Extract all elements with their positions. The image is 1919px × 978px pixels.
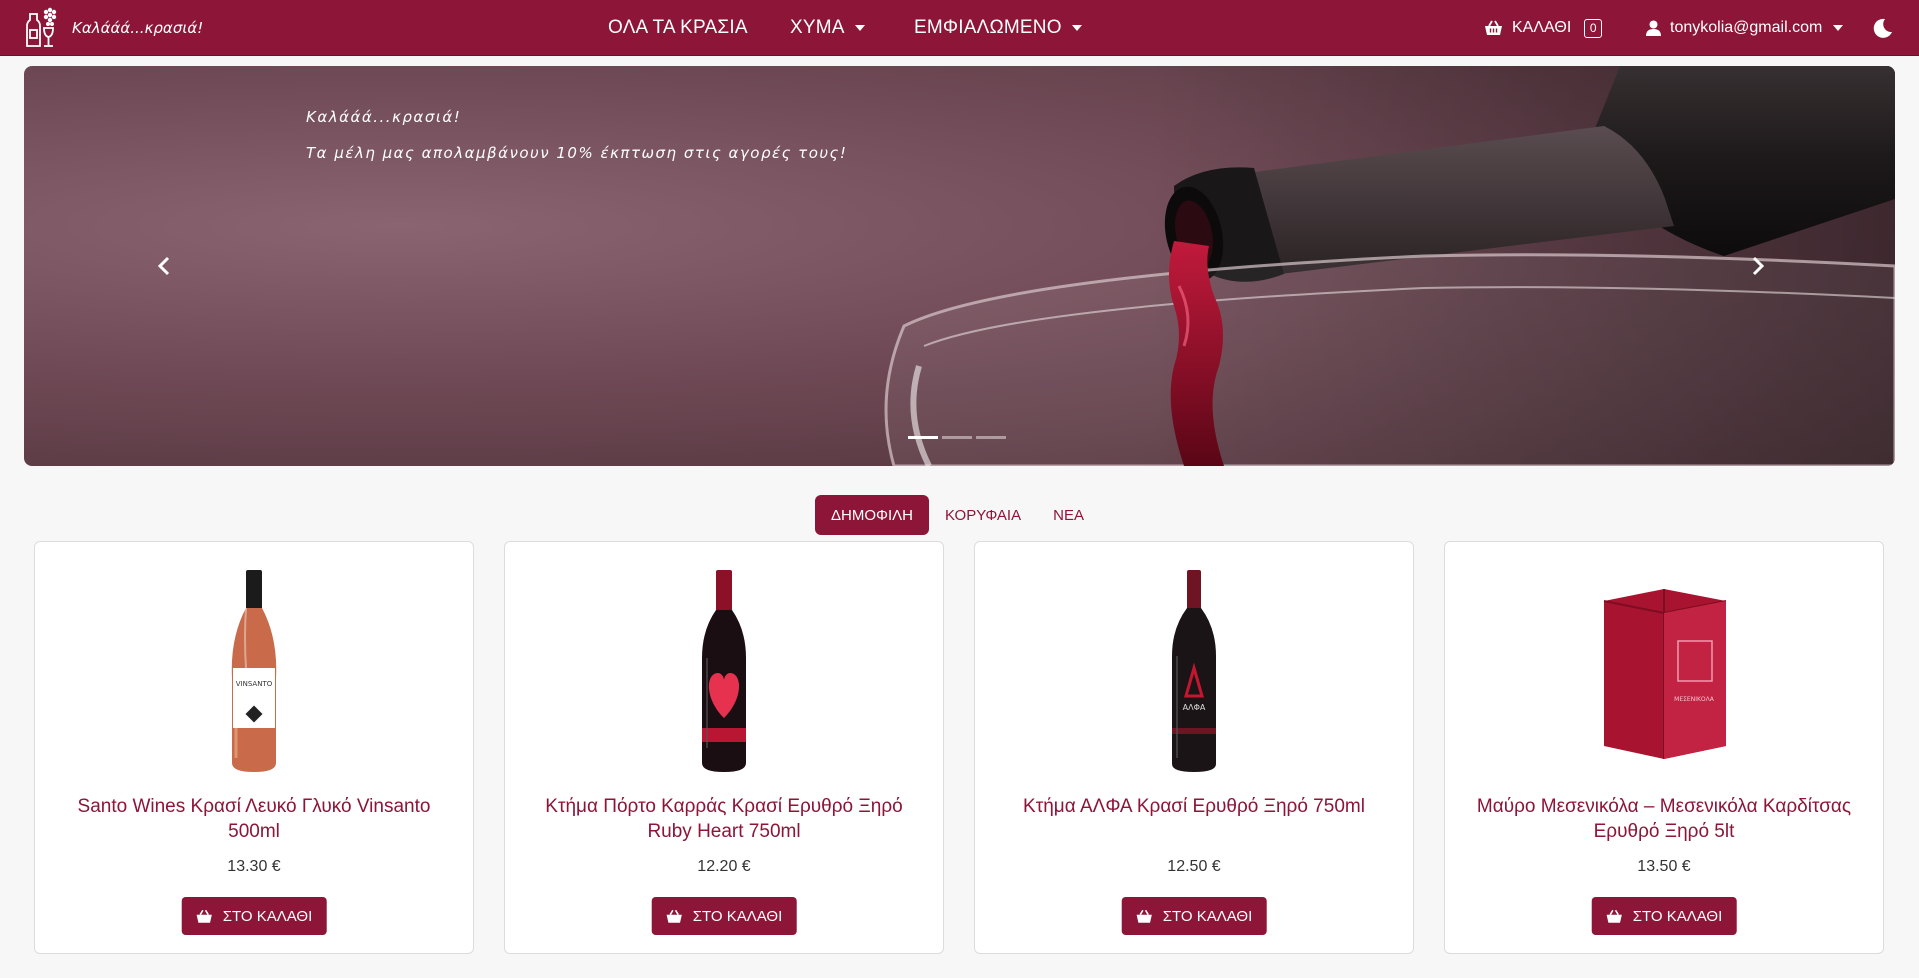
add-to-cart-label: ΣΤΟ ΚΑΛΑΘΙ xyxy=(692,907,783,925)
product-title[interactable]: Κτήμα Πόρτο Καρράς Κρασί Ερυθρό Ξηρό Rub… xyxy=(525,794,923,844)
product-price: 13.30 € xyxy=(227,858,281,875)
nav-all-wines[interactable]: ΟΛΑ ΤΑ ΚΡΑΣΙΑ xyxy=(608,17,748,39)
nav-all-wines-label: ΟΛΑ ΤΑ ΚΡΑΣΙΑ xyxy=(608,17,748,38)
nav-bulk-label: ΧΥΜΑ xyxy=(790,17,845,38)
svg-text:VINSANTO: VINSANTO xyxy=(236,680,273,688)
add-to-cart-button[interactable]: ΣΤΟ ΚΑΛΑΘΙ xyxy=(1121,897,1267,935)
carousel-indicator-1[interactable] xyxy=(908,436,938,439)
chevron-left-icon xyxy=(157,256,170,276)
product-title[interactable]: Santo Wines Κρασί Λευκό Γλυκό Vinsanto 5… xyxy=(55,794,453,844)
top-navbar: Καλάάά...κρασιά! ΟΛΑ ΤΑ ΚΡΑΣΙΑ ΧΥΜΑ ΕΜΦΙ… xyxy=(0,0,1919,56)
cart-label: ΚΑΛΑΘΙ xyxy=(1512,19,1572,36)
svg-text:ΑΛΦΑ: ΑΛΦΑ xyxy=(1183,703,1206,712)
carousel-indicators xyxy=(908,436,1006,439)
basket-icon xyxy=(666,909,682,923)
wine-pour-image xyxy=(24,66,1895,466)
product-image[interactable]: VINSANTO xyxy=(35,566,473,776)
brand-name: Καλάάά...κρασιά! xyxy=(72,19,204,37)
nav-bulk-dropdown[interactable]: ΧΥΜΑ xyxy=(790,17,865,39)
add-to-cart-button[interactable]: ΣΤΟ ΚΑΛΑΘΙ xyxy=(181,897,327,935)
basket-icon xyxy=(1606,909,1622,923)
user-menu-dropdown[interactable]: tonykolia@gmail.com xyxy=(1646,17,1844,39)
amber-wine-bottle-image: VINSANTO xyxy=(231,570,277,772)
brand-link[interactable]: Καλάάά...κρασιά! xyxy=(22,5,203,51)
product-title[interactable]: Κτήμα ΑΛΦΑ Κρασί Ερυθρό Ξηρό 750ml xyxy=(995,794,1393,819)
carousel-indicator-2[interactable] xyxy=(942,436,972,439)
basket-icon xyxy=(1485,20,1502,35)
product-price: 12.20 € xyxy=(697,858,751,875)
add-to-cart-button[interactable]: ΣΤΟ ΚΑΛΑΘΙ xyxy=(651,897,797,935)
svg-text:ΜΕΣΕΝΙΚΟΛΑ: ΜΕΣΕΝΙΚΟΛΑ xyxy=(1674,696,1715,703)
product-tabs: ΔΗΜΟΦΙΛΗ ΚΟΡΥΦΑΙΑ ΝΕΑ xyxy=(815,495,1100,535)
user-icon xyxy=(1646,20,1661,36)
add-to-cart-button[interactable]: ΣΤΟ ΚΑΛΑΘΙ xyxy=(1591,897,1737,935)
chevron-right-icon xyxy=(1752,256,1765,276)
cart-link[interactable]: ΚΑΛΑΘΙ 0 xyxy=(1484,17,1603,39)
product-card: VINSANTO Santo Wines Κρασί Λευκό Γλυκό V… xyxy=(34,541,474,954)
nav-bottled-label: ΕΜΦΙΑΛΩΜΕΝΟ xyxy=(914,17,1062,38)
carousel-next-button[interactable] xyxy=(1742,251,1772,281)
caret-down-icon xyxy=(1071,25,1082,31)
basket-icon xyxy=(1136,909,1152,923)
product-title[interactable]: Μαύρο Μεσενικόλα – Μεσενικόλα Καρδίτσας … xyxy=(1465,794,1863,844)
cart-count-badge: 0 xyxy=(1584,18,1603,38)
product-image[interactable]: ΜΕΣΕΝΙΚΟΛΑ xyxy=(1445,566,1883,776)
red-heart-wine-bottle-image xyxy=(702,570,746,772)
product-card: ΜΕΣΕΝΙΚΟΛΑ Μαύρο Μεσενικόλα – Μεσενικόλα… xyxy=(1444,541,1884,954)
caption-title: Καλάάά...κρασιά! xyxy=(306,108,462,126)
carousel-prev-button[interactable] xyxy=(150,251,180,281)
dark-red-wine-bottle-image: ΑΛΦΑ xyxy=(1172,570,1216,772)
carousel-caption: Καλάάά...κρασιά! Τα μέλη μας απολαμβάνου… xyxy=(306,108,847,162)
caret-down-icon xyxy=(854,25,865,31)
red-bag-in-box-image: ΜΕΣΕΝΙΚΟΛΑ xyxy=(1603,589,1727,759)
caption-text: Τα μέλη μας απολαμβάνουν 10% έκπτωση στι… xyxy=(306,144,848,162)
tab-top[interactable]: ΚΟΡΥΦΑΙΑ xyxy=(929,495,1037,535)
hero-carousel: Καλάάά...κρασιά! Τα μέλη μας απολαμβάνου… xyxy=(24,66,1895,466)
add-to-cart-label: ΣΤΟ ΚΑΛΑΘΙ xyxy=(1162,907,1253,925)
product-image[interactable] xyxy=(505,566,943,776)
wine-logo-icon xyxy=(26,7,57,47)
carousel-indicator-3[interactable] xyxy=(976,436,1006,439)
product-card: ΑΛΦΑ Κτήμα ΑΛΦΑ Κρασί Ερυθρό Ξηρό 750ml … xyxy=(974,541,1414,954)
add-to-cart-label: ΣΤΟ ΚΑΛΑΘΙ xyxy=(1632,907,1723,925)
user-email: tonykolia@gmail.com xyxy=(1670,19,1823,36)
basket-icon xyxy=(196,909,212,923)
dark-mode-moon-icon[interactable] xyxy=(1872,18,1893,39)
tab-new[interactable]: ΝΕΑ xyxy=(1037,495,1100,535)
product-price: 13.50 € xyxy=(1637,858,1691,875)
product-image[interactable]: ΑΛΦΑ xyxy=(975,566,1413,776)
tab-popular[interactable]: ΔΗΜΟΦΙΛΗ xyxy=(815,495,930,535)
product-price: 12.50 € xyxy=(1167,858,1221,875)
caret-down-icon xyxy=(1833,25,1844,31)
add-to-cart-label: ΣΤΟ ΚΑΛΑΘΙ xyxy=(222,907,313,925)
product-card: Κτήμα Πόρτο Καρράς Κρασί Ερυθρό Ξηρό Rub… xyxy=(504,541,944,954)
nav-bottled-dropdown[interactable]: ΕΜΦΙΑΛΩΜΕΝΟ xyxy=(914,17,1082,39)
